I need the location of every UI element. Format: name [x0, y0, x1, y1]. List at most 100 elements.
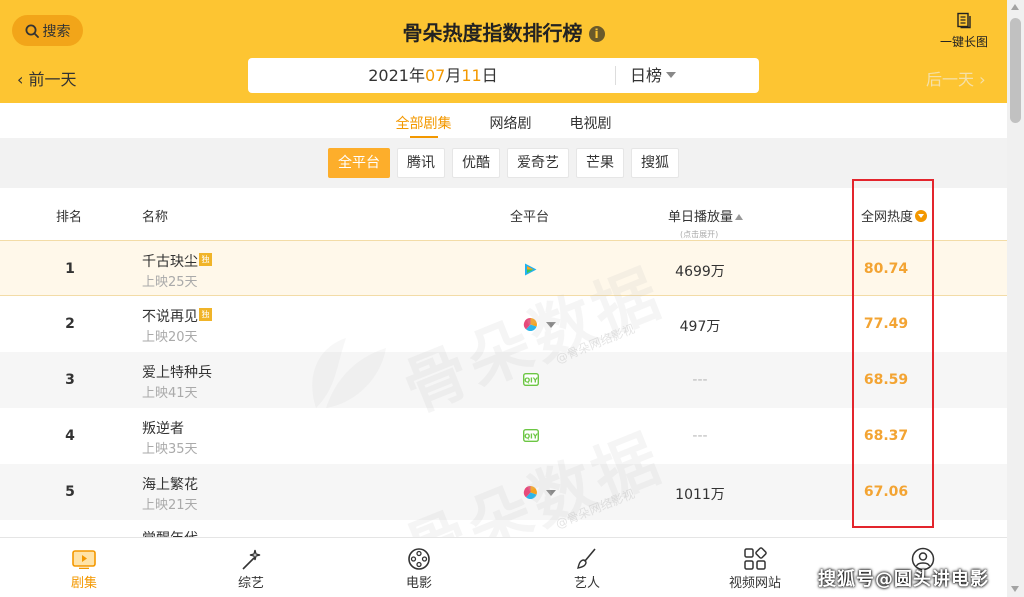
row-name[interactable]: 千古玦尘独: [142, 251, 212, 271]
nav-dramas-label: 剧集: [70, 576, 97, 591]
row-heat: 67.06: [863, 484, 909, 500]
nav-video-sites-label: 视频网站: [728, 576, 781, 591]
row-title: 不说再见: [142, 309, 198, 325]
table-header: 排名 名称 全平台 单日播放量 (点击展开) 全网热度: [0, 188, 1007, 240]
caret-down-icon: [666, 72, 677, 78]
tab-tv-dramas[interactable]: 电视剧: [570, 103, 612, 138]
page-title-text: 骨朵热度指数排行榜: [402, 21, 583, 45]
nav-variety[interactable]: 综艺: [221, 546, 281, 591]
col-platform: 全平台: [510, 210, 550, 225]
brush-icon: [577, 548, 596, 569]
nav-video-sites[interactable]: 视频网站: [725, 546, 785, 591]
col-heat[interactable]: 全网热度: [861, 206, 928, 225]
page-title: 骨朵热度指数排行榜 i: [0, 17, 1007, 46]
row-platform[interactable]: [523, 317, 556, 332]
row-rank: 1: [65, 261, 75, 277]
date-picker[interactable]: 2021年07月11日: [248, 58, 618, 93]
source-watermark: 搜狐号@圆头讲电影: [818, 569, 989, 590]
long-image-button[interactable]: 一键长图: [936, 12, 992, 50]
platform-all[interactable]: 全平台: [328, 148, 390, 178]
board-type-label: 日榜: [630, 66, 663, 85]
board-type-select[interactable]: 日榜: [630, 58, 677, 93]
row-plays: 497万: [679, 319, 721, 335]
category-tabs: 全部剧集 网络剧 电视剧: [0, 103, 1007, 138]
platform-filter-bar: 全平台 腾讯 优酷 爱奇艺 芒果 搜狐: [0, 138, 1007, 188]
scroll-up-icon[interactable]: [1011, 4, 1019, 10]
next-day-button[interactable]: 后一天 ›: [926, 66, 986, 90]
row-days: 上映35天: [142, 442, 198, 457]
expand-icon: [546, 489, 556, 496]
exclusive-badge: 独: [199, 253, 212, 266]
platform-sohu[interactable]: 搜狐: [631, 148, 679, 178]
row-heat: 68.59: [863, 372, 909, 388]
row-name[interactable]: 爱上特种兵: [142, 362, 212, 382]
prev-day-button[interactable]: ‹ 前一天: [17, 66, 77, 90]
row-days: 上映41天: [142, 386, 198, 401]
platform-tencent[interactable]: 腾讯: [397, 148, 445, 178]
nav-artists[interactable]: 艺人: [557, 546, 617, 591]
chevron-right-icon: ›: [979, 70, 986, 89]
tab-all-dramas[interactable]: 全部剧集: [396, 103, 452, 138]
info-icon[interactable]: i: [588, 26, 605, 42]
row-days: 上映21天: [142, 498, 198, 513]
multi-platform-icon: [523, 317, 537, 332]
svg-text:QIY: QIY: [524, 433, 539, 441]
row-title: 千古玦尘: [142, 254, 198, 270]
nav-movies-label: 电影: [405, 576, 432, 591]
sort-icon: [735, 214, 744, 220]
row-platform[interactable]: [523, 485, 556, 500]
row-platform: [523, 262, 538, 277]
nav-movies[interactable]: 电影: [389, 546, 449, 591]
row-name[interactable]: 海上繁花: [142, 474, 198, 494]
row-heat: 77.49: [863, 316, 909, 332]
date-month-unit: 月: [445, 66, 462, 85]
expand-icon: [546, 321, 556, 328]
row-name[interactable]: 叛逆者: [142, 418, 184, 438]
row-plays: ---: [692, 428, 708, 444]
chevron-left-icon: ‹: [17, 70, 24, 89]
watermark-logo: [312, 338, 386, 408]
date-year: 2021: [368, 66, 409, 85]
grid-apps-icon: [744, 547, 767, 570]
long-image-icon: [957, 12, 971, 29]
col-plays[interactable]: 单日播放量: [668, 206, 744, 225]
nav-dramas[interactable]: 剧集: [54, 546, 114, 591]
ranking-table: 1 千古玦尘独 上映25天 4699万 80.74 2 不说再见独 上映20天: [0, 240, 1007, 540]
row-rank: 4: [65, 428, 75, 444]
scrollbar-thumb[interactable]: [1010, 18, 1021, 123]
table-row[interactable]: 5 海上繁花 上映21天 1011万 67.06: [0, 464, 1007, 520]
magic-wand-icon: [242, 549, 261, 570]
scroll-down-icon[interactable]: [1011, 586, 1019, 592]
date-year-unit: 年: [408, 66, 425, 85]
date-day: 11: [461, 66, 482, 85]
table-row[interactable]: 2 不说再见独 上映20天 497万 77.49: [0, 296, 1007, 352]
row-platform: QIY: [523, 373, 539, 386]
table-row[interactable]: 1 千古玦尘独 上映25天 4699万 80.74: [0, 240, 1007, 296]
col-plays-label: 单日播放量: [668, 210, 734, 225]
svg-text:QIY: QIY: [524, 377, 539, 385]
row-days: 上映25天: [142, 275, 198, 290]
table-row[interactable]: 3 爱上特种兵 上映41天 QIY --- 68.59: [0, 352, 1007, 408]
date-day-unit: 日: [481, 66, 498, 85]
sort-desc-icon: [915, 210, 928, 222]
row-title: 爱上特种兵: [142, 365, 212, 381]
tab-web-dramas[interactable]: 网络剧: [490, 103, 532, 138]
iqiyi-icon: QIY: [523, 429, 539, 442]
row-heat: 68.37: [863, 428, 909, 444]
row-name[interactable]: 不说再见独: [142, 306, 212, 326]
platform-youku[interactable]: 优酷: [452, 148, 500, 178]
table-row[interactable]: 4 叛逆者 上映35天 QIY --- 68.37: [0, 408, 1007, 464]
nav-variety-label: 综艺: [237, 576, 264, 591]
film-reel-icon: [408, 548, 430, 570]
row-days: 上映20天: [142, 330, 198, 345]
date-month: 07: [424, 66, 446, 85]
scrollbar[interactable]: [1007, 0, 1024, 597]
row-title: 叛逆者: [142, 421, 184, 437]
platform-iqiyi[interactable]: 爱奇艺: [507, 148, 569, 178]
tencent-video-icon: [525, 263, 537, 276]
platform-mango[interactable]: 芒果: [576, 148, 624, 178]
multi-platform-icon: [523, 485, 537, 500]
header: 搜索 骨朵热度指数排行榜 i 一键长图 ‹ 前一天 2021年07月11日 日榜…: [0, 0, 1007, 103]
date-selector: 2021年07月11日 日榜: [248, 58, 759, 93]
prev-day-label: 前一天: [28, 70, 77, 89]
